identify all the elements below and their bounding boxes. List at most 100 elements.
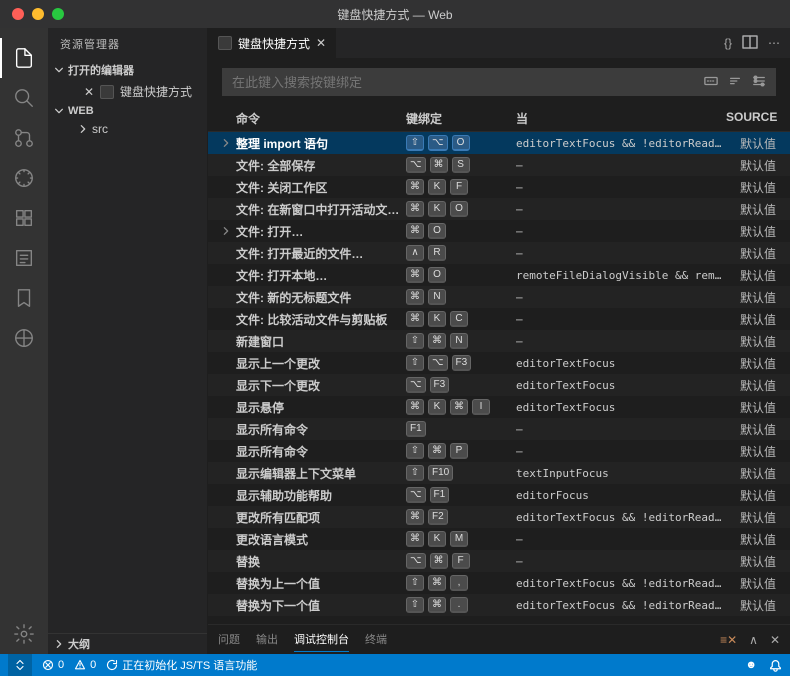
extensions-tab[interactable]	[0, 198, 48, 238]
workspace-section[interactable]: WEB	[48, 103, 207, 119]
when-clause: —	[516, 423, 726, 436]
open-editor-item[interactable]: ✕ 键盘快捷方式	[48, 80, 207, 103]
source-label: 默认值	[726, 201, 776, 218]
keybinding-keys: ⇧⌥F3	[406, 355, 516, 371]
source-label: 默认值	[726, 399, 776, 416]
source-label: 默认值	[726, 465, 776, 482]
keybinding-row[interactable]: 文件: 打开本地…⌘OremoteFileDialogVisible && re…	[208, 264, 790, 286]
maximize-window[interactable]	[52, 8, 64, 20]
keybinding-keys: F1	[406, 421, 516, 437]
keybinding-row[interactable]: 文件: 关闭工作区⌘KF—默认值	[208, 176, 790, 198]
keybinding-row[interactable]: 替换为下一个值⇧⌘.editorTextFocus && !editorRead…	[208, 594, 790, 616]
status-feedback[interactable]: ☻	[745, 659, 757, 672]
command-label: 更改语言模式	[236, 531, 406, 548]
search-input[interactable]	[232, 75, 704, 90]
search-tab[interactable]	[0, 78, 48, 118]
keybinding-row[interactable]: 显示编辑器上下文菜单⇧F10textInputFocus默认值	[208, 462, 790, 484]
keybinding-row[interactable]: 替换为上一个值⇧⌘,editorTextFocus && !editorRead…	[208, 572, 790, 594]
folder-src[interactable]: src	[48, 119, 207, 139]
docs-tab[interactable]	[0, 238, 48, 278]
panel-tab-0[interactable]: 问题	[218, 627, 240, 652]
remote-tab[interactable]	[0, 318, 48, 358]
keybinding-row[interactable]: 显示所有命令F1—默认值	[208, 418, 790, 440]
keybinding-search[interactable]	[222, 68, 776, 96]
expand-chevron-icon	[216, 138, 236, 148]
keybinding-row[interactable]: 文件: 打开…⌘O—默认值	[208, 220, 790, 242]
keybinding-row[interactable]: 文件: 新的无标题文件⌘N—默认值	[208, 286, 790, 308]
panel-chevron-icon[interactable]: ∧	[749, 633, 758, 647]
keybinding-row[interactable]: 文件: 在新窗口中打开活动文…⌘KO—默认值	[208, 198, 790, 220]
explorer-tab[interactable]	[0, 38, 48, 78]
close-editor-icon[interactable]: ✕	[82, 85, 96, 99]
keybinding-row[interactable]: 显示下一个更改⌥F3editorTextFocus默认值	[208, 374, 790, 396]
source-label: 默认值	[726, 311, 776, 328]
keybinding-keys: ⌘K⌘I	[406, 399, 516, 415]
source-label: 默认值	[726, 377, 776, 394]
command-label: 显示悬停	[236, 399, 406, 416]
scm-tab[interactable]	[0, 118, 48, 158]
table-header: 命令 键绑定 当 SOURCE	[208, 106, 790, 132]
when-clause: editorTextFocus && !editorReadon	[516, 599, 726, 612]
debug-tab[interactable]	[0, 158, 48, 198]
open-editors-section[interactable]: 打开的编辑器	[48, 60, 207, 80]
header-when[interactable]: 当	[516, 110, 726, 127]
when-clause: —	[516, 533, 726, 546]
when-clause: —	[516, 159, 726, 172]
split-editor-icon[interactable]	[742, 34, 758, 53]
panel-tab-3[interactable]: 终端	[365, 627, 387, 652]
source-label: 默认值	[726, 553, 776, 570]
when-clause: editorTextFocus && !editorReadon…	[516, 511, 726, 524]
settings-gear[interactable]	[0, 614, 48, 654]
source-label: 默认值	[726, 245, 776, 262]
sort-icon[interactable]	[728, 74, 742, 91]
keybinding-row[interactable]: 新建窗口⇧⌘N—默认值	[208, 330, 790, 352]
command-label: 替换	[236, 553, 406, 570]
tab-close-icon[interactable]: ✕	[316, 36, 326, 50]
source-label: 默认值	[726, 135, 776, 152]
keybinding-keys: ⌘O	[406, 223, 516, 239]
status-errors[interactable]: 0	[42, 659, 64, 671]
header-source[interactable]: SOURCE	[726, 110, 776, 127]
keybinding-row[interactable]: 显示上一个更改⇧⌥F3editorTextFocus默认值	[208, 352, 790, 374]
source-label: 默认值	[726, 509, 776, 526]
when-clause: editorTextFocus	[516, 401, 726, 414]
record-keys-icon[interactable]	[704, 74, 718, 91]
status-message[interactable]: 正在初始化 JS/TS 语言功能	[106, 657, 257, 673]
keybinding-row[interactable]: 更改所有匹配项⌘F2editorTextFocus && !editorRead…	[208, 506, 790, 528]
sidebar-title: 资源管理器	[48, 28, 207, 60]
header-command[interactable]: 命令	[236, 110, 406, 127]
clear-icon[interactable]: ≡✕	[720, 633, 737, 647]
panel-close-icon[interactable]: ✕	[770, 633, 780, 647]
when-clause: editorTextFocus && !editorReadon…	[516, 137, 726, 150]
keybinding-row[interactable]: 显示悬停⌘K⌘IeditorTextFocus默认值	[208, 396, 790, 418]
keybinding-row[interactable]: 文件: 比较活动文件与剪贴板⌘KC—默认值	[208, 308, 790, 330]
keybinding-row[interactable]: 显示所有命令⇧⌘P—默认值	[208, 440, 790, 462]
status-warnings[interactable]: 0	[74, 659, 96, 671]
source-label: 默认值	[726, 531, 776, 548]
close-window[interactable]	[12, 8, 24, 20]
json-icon[interactable]: {}	[724, 36, 732, 50]
tab-keyboard-shortcuts[interactable]: 键盘快捷方式 ✕	[208, 28, 337, 58]
bookmarks-tab[interactable]	[0, 278, 48, 318]
keybinding-row[interactable]: 显示辅助功能帮助⌥F1editorFocus默认值	[208, 484, 790, 506]
more-actions-icon[interactable]: ⋯	[768, 36, 780, 50]
command-label: 文件: 打开本地…	[236, 267, 406, 284]
minimize-window[interactable]	[32, 8, 44, 20]
remote-indicator[interactable]	[8, 654, 32, 676]
status-bar: 0 0 正在初始化 JS/TS 语言功能 ☻	[0, 654, 790, 676]
status-bell[interactable]	[769, 659, 782, 672]
keybinding-row[interactable]: 更改语言模式⌘KM—默认值	[208, 528, 790, 550]
keybinding-table[interactable]: 整理 import 语句⇧⌥OeditorTextFocus && !edito…	[208, 132, 790, 624]
header-keybinding[interactable]: 键绑定	[406, 110, 516, 127]
keybinding-keys: ⌘KF	[406, 179, 516, 195]
keybinding-row[interactable]: 文件: 全部保存⌥⌘S—默认值	[208, 154, 790, 176]
keybinding-row[interactable]: 整理 import 语句⇧⌥OeditorTextFocus && !edito…	[208, 132, 790, 154]
panel-tab-1[interactable]: 输出	[256, 627, 278, 652]
keybinding-row[interactable]: 文件: 打开最近的文件…∧R—默认值	[208, 242, 790, 264]
panel-tab-2[interactable]: 调试控制台	[294, 627, 349, 652]
keybinding-keys: ⌘KO	[406, 201, 516, 217]
outline-section[interactable]: 大纲	[48, 634, 207, 654]
when-clause: —	[516, 181, 726, 194]
keybinding-row[interactable]: 替换⌥⌘F—默认值	[208, 550, 790, 572]
settings-icon[interactable]	[752, 74, 766, 91]
